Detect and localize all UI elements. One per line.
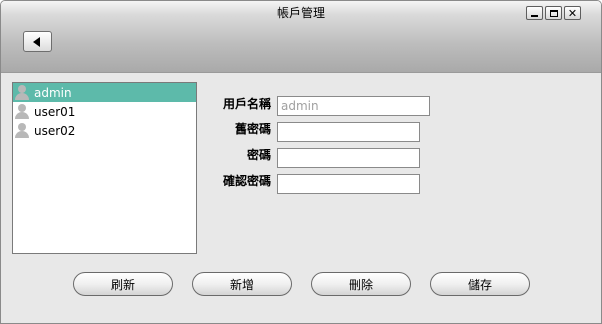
old-password-field[interactable] bbox=[277, 122, 420, 142]
user-list-item-admin[interactable]: admin bbox=[13, 83, 196, 102]
minimize-icon bbox=[531, 14, 538, 17]
add-button[interactable]: 新增 bbox=[192, 272, 292, 296]
save-button[interactable]: 儲存 bbox=[430, 272, 530, 296]
password-field[interactable] bbox=[277, 148, 420, 168]
password-label: 密碼 bbox=[246, 148, 271, 162]
delete-button[interactable]: 刪除 bbox=[311, 272, 411, 296]
user-name: user02 bbox=[34, 123, 76, 138]
account-management-window: 帳戶管理 ✕ admin user01 user02 用戶名稱 舊密碼 密碼 bbox=[0, 0, 602, 324]
user-icon bbox=[15, 85, 29, 100]
minimize-button[interactable] bbox=[526, 6, 543, 20]
back-arrow-icon bbox=[33, 36, 40, 47]
confirm-password-label: 確認密碼 bbox=[222, 174, 271, 188]
confirm-password-field[interactable] bbox=[277, 174, 420, 194]
maximize-button[interactable] bbox=[545, 6, 562, 20]
close-button[interactable]: ✕ bbox=[564, 6, 581, 20]
maximize-icon bbox=[549, 9, 558, 17]
close-icon: ✕ bbox=[567, 6, 578, 20]
user-list-item-user02[interactable]: user02 bbox=[13, 121, 196, 140]
username-label: 用戶名稱 bbox=[222, 97, 271, 111]
username-field[interactable] bbox=[277, 96, 430, 116]
user-icon bbox=[15, 123, 29, 138]
user-list-item-user01[interactable]: user01 bbox=[13, 102, 196, 121]
title-bar: 帳戶管理 ✕ bbox=[1, 1, 601, 73]
back-button[interactable] bbox=[23, 31, 52, 52]
user-list[interactable]: admin user01 user02 bbox=[12, 82, 197, 254]
user-icon bbox=[15, 104, 29, 119]
refresh-button[interactable]: 刷新 bbox=[73, 272, 173, 296]
window-title: 帳戶管理 bbox=[276, 6, 325, 20]
old-password-label: 舊密碼 bbox=[234, 122, 271, 136]
user-name: admin bbox=[34, 85, 72, 100]
user-name: user01 bbox=[34, 104, 76, 119]
